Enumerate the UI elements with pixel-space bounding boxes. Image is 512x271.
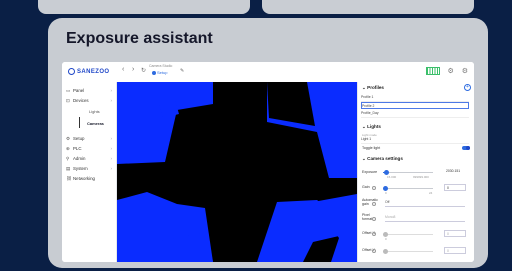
gain-label: Gain <box>362 185 370 189</box>
panel-icon: ▭ <box>66 88 71 93</box>
chevron-right-icon: › <box>110 136 112 141</box>
profile-row[interactable]: Profile_Day <box>361 110 469 118</box>
settings-panel: ⌄ Profiles + Profile 1 Profile 2 Profile… <box>357 82 474 262</box>
camera-image <box>117 82 357 262</box>
sidebar-item-label: Devices <box>73 98 89 103</box>
sidebar-item-admin[interactable]: ⚲ Admin › <box>66 156 114 162</box>
status-text: Setup <box>157 70 168 75</box>
top-tab-right <box>262 0 474 14</box>
chevron-right-icon: › <box>110 88 112 93</box>
settings-icon[interactable]: ⚙ <box>447 68 453 75</box>
sidebar-item-label: Setup <box>73 136 85 141</box>
setup-icon: ⚙ <box>66 136 70 141</box>
app-header: SANEZOO ‹ › ↻ Camera Studio Setup ✎ ⚙ ⚙ <box>62 62 474 83</box>
logo-icon <box>68 68 75 75</box>
header-actions: ⚙ ⚙ <box>425 67 468 76</box>
offset-y-value-field[interactable]: 0 <box>444 247 466 254</box>
camera-settings-title: Camera settings <box>367 156 403 161</box>
sidebar-item-panel[interactable]: ▭ Panel › <box>66 88 114 94</box>
edit-icon[interactable]: ✎ <box>180 68 184 74</box>
auto-gain-label: Automatic gain <box>362 198 378 206</box>
offset-x-min: 0 <box>385 237 387 241</box>
gain-min: 0 <box>385 191 387 195</box>
chevron-down-icon: › <box>110 98 112 103</box>
offset-y-slider-handle[interactable] <box>383 249 388 254</box>
signal-bars-icon <box>425 67 440 76</box>
exposure-max: 999999.000 <box>413 175 429 179</box>
system-icon: ▤ <box>66 166 71 171</box>
sidebar-item-plc[interactable]: ⊕ PLC › <box>66 146 114 152</box>
light-select[interactable]: Light 1 <box>361 136 469 144</box>
trigger-toggle[interactable] <box>462 146 470 150</box>
gain-slider[interactable] <box>383 186 433 191</box>
offset-x-slider[interactable] <box>383 232 433 237</box>
status-dot-icon <box>152 70 156 75</box>
card-title: Exposure assistant <box>66 30 213 47</box>
networking-icon: ⛓ <box>66 176 72 181</box>
lights-title: Lights <box>367 124 381 129</box>
sidebar-item-label: Panel <box>73 88 85 93</box>
pixel-format-label: Pixel format <box>362 213 373 221</box>
forward-icon[interactable]: › <box>132 66 134 73</box>
gain-max: 24 <box>429 191 433 195</box>
gear-icon[interactable]: ⚙ <box>462 68 468 75</box>
top-tab-left <box>38 0 250 14</box>
exposure-slider[interactable] <box>383 170 433 175</box>
profiles-header[interactable]: ⌄ Profiles <box>362 85 384 91</box>
pixel-format-select[interactable]: Mono8 <box>385 214 465 222</box>
sidebar-item-label: Admin <box>73 156 86 161</box>
profile-row-selected[interactable]: Profile 2 <box>361 102 469 109</box>
refresh-icon[interactable]: ↻ <box>141 67 146 74</box>
pixel-format-reset-icon[interactable] <box>372 217 376 221</box>
camera-name: Camera Studio <box>149 64 173 68</box>
sidebar: ▭ Panel › ⊡ Devices › Lights Cameras ⚙ Setup ›… <box>62 82 117 262</box>
sidebar-sub-cameras[interactable]: Cameras <box>87 121 104 126</box>
sidebar-active-indicator <box>79 117 80 128</box>
profile-row[interactable]: Profile 1 <box>361 94 469 102</box>
chevron-right-icon: › <box>110 156 112 161</box>
sidebar-item-devices[interactable]: ⊡ Devices › <box>66 98 114 104</box>
auto-gain-reset-icon[interactable] <box>372 202 376 206</box>
trigger-label: Toggle light <box>362 146 381 150</box>
status-badge: Setup <box>152 70 167 75</box>
plc-icon: ⊕ <box>66 146 70 151</box>
admin-icon: ⚲ <box>66 156 70 161</box>
exposure-label: Exposure <box>362 170 378 174</box>
sidebar-item-label: Networking <box>73 176 95 181</box>
lights-header[interactable]: ⌄ Lights <box>362 124 381 130</box>
app-screenshot: SANEZOO ‹ › ↻ Camera Studio Setup ✎ ⚙ ⚙ … <box>62 62 474 262</box>
exposure-value-field[interactable]: 2030.151 <box>444 168 466 175</box>
offset-y-slider[interactable] <box>383 249 433 254</box>
offset-y-reset-icon[interactable] <box>372 249 376 253</box>
app-logo[interactable]: SANEZOO <box>68 68 109 75</box>
sidebar-sub-lights[interactable]: Lights <box>89 109 100 114</box>
chevron-right-icon: › <box>110 166 112 171</box>
exposure-min: 15.000 <box>387 175 397 179</box>
sidebar-item-label: PLC <box>73 146 82 151</box>
gain-reset-icon[interactable] <box>372 186 376 190</box>
sidebar-item-setup[interactable]: ⚙ Setup › <box>66 136 114 142</box>
back-icon[interactable]: ‹ <box>122 66 124 73</box>
offset-x-value-field[interactable]: 0 <box>444 230 466 237</box>
devices-icon: ⊡ <box>66 98 70 103</box>
offset-x-reset-icon[interactable] <box>372 232 376 236</box>
logo-text: SANEZOO <box>77 69 110 76</box>
exposure-assistant-card: Exposure assistant SANEZOO ‹ › ↻ Camera … <box>48 18 488 268</box>
auto-gain-select[interactable]: Off <box>385 199 465 207</box>
gain-value-field[interactable]: 0 <box>444 184 466 191</box>
sidebar-item-networking[interactable]: ⛓Networking <box>66 176 114 182</box>
profiles-title: Profiles <box>367 85 384 90</box>
camera-settings-header[interactable]: ⌄ Camera settings <box>362 156 403 162</box>
sidebar-item-system[interactable]: ▤ System › <box>66 166 114 172</box>
add-profile-icon[interactable]: + <box>464 84 471 91</box>
sidebar-item-label: System <box>73 166 88 171</box>
chevron-right-icon: › <box>110 146 112 151</box>
camera-viewer[interactable] <box>117 82 357 262</box>
